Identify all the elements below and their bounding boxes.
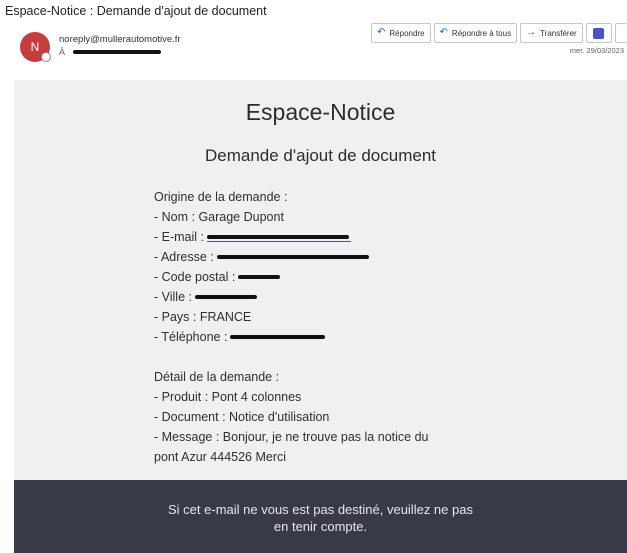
message-actions: ↶ Répondre ↶ Répondre à tous → Transfére… [371, 23, 627, 43]
field-message: - Message : Bonjour, je ne trouve pas la… [154, 430, 429, 444]
email-date: mer. 29/03/2023 [569, 46, 624, 55]
redacted-code-postal [238, 275, 281, 279]
field-message-continued: pont Azur 444526 Merci [154, 450, 287, 464]
field-ville-label: - Ville : [154, 290, 192, 304]
footer-line-1: Si cet e-mail ne vous est pas destiné, v… [168, 502, 473, 517]
presence-status-icon [41, 52, 51, 62]
field-code-postal: - Code postal : [154, 270, 281, 284]
detail-title: Détail de la demande : [154, 370, 280, 384]
reply-all-button[interactable]: ↶ Répondre à tous [433, 23, 518, 43]
forward-button[interactable]: → Transférer [520, 23, 583, 43]
sender-address[interactable]: noreply@mullerautomotive.fr [59, 34, 181, 45]
redacted-email-link[interactable] [207, 230, 351, 244]
footer-disclaimer: Si cet e-mail ne vous est pas destiné, v… [14, 501, 627, 535]
field-adresse-label: - Adresse : [154, 250, 214, 264]
field-document: - Document : Notice d'utilisation [154, 410, 330, 424]
forward-label: Transférer [540, 28, 577, 38]
field-telephone: - Téléphone : [154, 330, 326, 344]
reply-all-label: Répondre à tous [451, 28, 512, 38]
field-nom: - Nom : Garage Dupont [154, 210, 284, 224]
to-label: À [59, 47, 66, 57]
reply-all-arrow-icon: ↶ [439, 27, 448, 38]
field-produit: - Produit : Pont 4 colonnes [154, 390, 302, 404]
field-telephone-label: - Téléphone : [154, 330, 228, 344]
reply-label: Répondre [389, 28, 425, 38]
origin-title: Origine de la demande : [154, 190, 288, 204]
email-subject: Espace-Notice : Demande d'ajout de docum… [5, 4, 267, 18]
request-heading: Demande d'ajout de document [204, 146, 436, 165]
email-footer: Si cet e-mail ne vous est pas destiné, v… [14, 480, 627, 553]
redacted-recipient [73, 50, 162, 54]
redacted-adresse [216, 255, 369, 259]
footer-line-2: en tenir compte. [273, 519, 368, 534]
field-adresse: - Adresse : [154, 250, 369, 264]
recipient-row: À [59, 47, 162, 57]
forward-arrow-icon: → [526, 27, 537, 38]
field-code-postal-label: - Code postal : [154, 270, 236, 284]
avatar-initial: N [30, 40, 40, 54]
teams-button[interactable] [585, 23, 612, 43]
field-pays: - Pays : FRANCE [154, 310, 252, 324]
field-email: - E-mail : [154, 230, 351, 244]
more-actions-button[interactable] [614, 23, 627, 43]
reply-button[interactable]: ↶ Répondre [371, 23, 431, 43]
brand-title: Espace-Notice [245, 99, 396, 125]
redacted-telephone [230, 335, 326, 339]
field-email-label: - E-mail : [154, 230, 204, 244]
email-body: Espace-Notice Demande d'ajout de documen… [14, 80, 627, 480]
teams-icon [593, 27, 605, 39]
redacted-ville [194, 295, 257, 299]
reply-arrow-icon: ↶ [377, 27, 386, 38]
field-ville: - Ville : [154, 290, 257, 304]
